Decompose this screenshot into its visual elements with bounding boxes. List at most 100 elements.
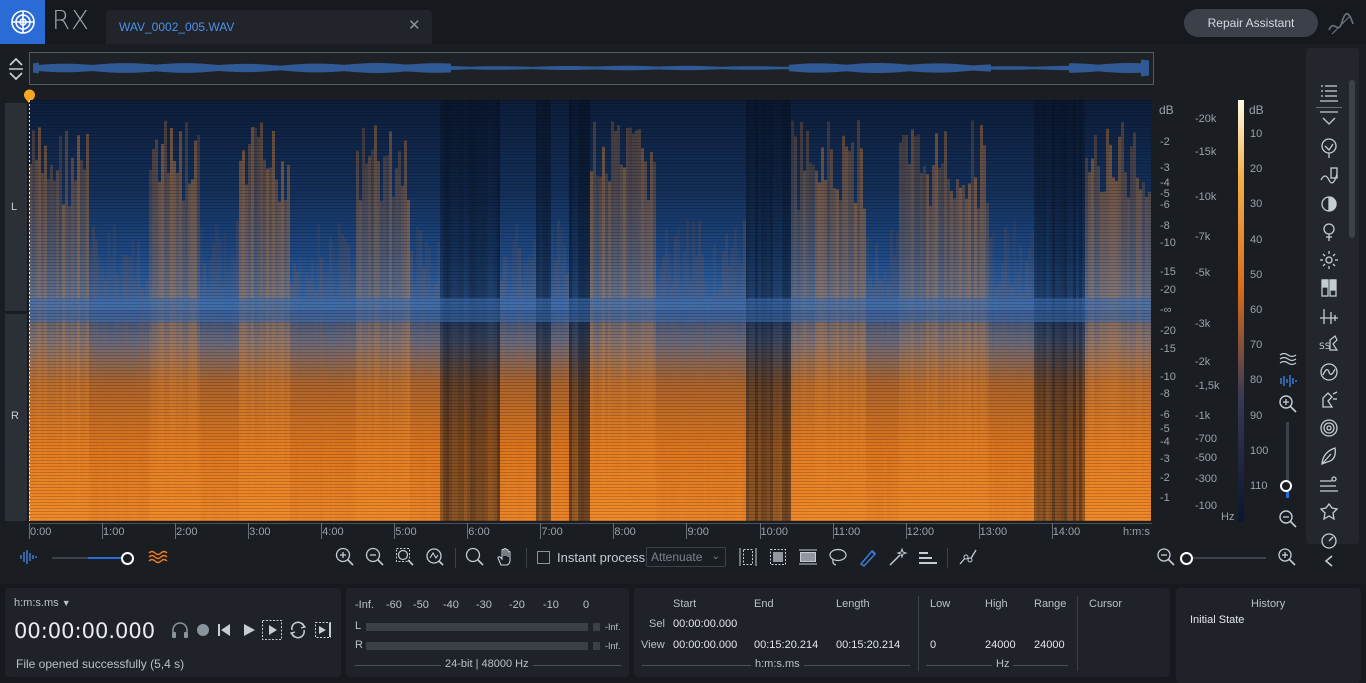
signature-icon[interactable] bbox=[1326, 10, 1356, 38]
color-scale-bar bbox=[1238, 100, 1244, 522]
spectrogram-blend-icon[interactable] bbox=[147, 546, 169, 568]
time-axis[interactable]: 0:00 1:00 2:00 3:00 4:00 5:00 6:00 7:00 8:00 9:00… bbox=[29, 522, 1154, 542]
frequency-zoom-strip[interactable] bbox=[1276, 352, 1300, 532]
chevron-left-icon[interactable] bbox=[1322, 554, 1336, 573]
meter-tick: -Inf. bbox=[355, 599, 374, 611]
izotope-logo-icon[interactable] bbox=[0, 0, 45, 44]
db-tick: -15 bbox=[1160, 343, 1176, 355]
de-clip-icon[interactable] bbox=[1319, 446, 1339, 466]
record-button[interactable] bbox=[196, 623, 210, 642]
zoom-in-icon[interactable] bbox=[334, 546, 356, 568]
overview-waveform bbox=[33, 59, 1149, 77]
horizontal-zoom-out-icon[interactable] bbox=[1155, 546, 1177, 568]
db-tick: -3 bbox=[1160, 162, 1170, 174]
channel-right[interactable]: R bbox=[5, 314, 28, 521]
zoom-in-vertical-icon[interactable] bbox=[1278, 394, 1298, 419]
vertical-zoom-thumb[interactable] bbox=[1280, 480, 1292, 492]
repair-assistant-button[interactable]: Repair Assistant bbox=[1184, 9, 1318, 37]
start-header: Start bbox=[673, 598, 697, 610]
zoom-fit-icon[interactable] bbox=[424, 546, 446, 568]
module-strip-scrollbar[interactable] bbox=[1349, 80, 1355, 238]
hz-tick: -100 bbox=[1195, 500, 1218, 512]
loop-button[interactable] bbox=[288, 620, 308, 645]
history-panel: History Initial State bbox=[1176, 588, 1361, 683]
waveform-view-icon[interactable] bbox=[1279, 374, 1297, 393]
lasso-tool-icon[interactable] bbox=[827, 546, 849, 568]
sel-start-value[interactable]: 00:00:00.000 bbox=[673, 618, 737, 630]
play-button[interactable] bbox=[241, 622, 257, 643]
zoom-out-icon[interactable] bbox=[364, 546, 386, 568]
gain-icon[interactable] bbox=[1319, 362, 1339, 382]
history-item[interactable]: Initial State bbox=[1190, 614, 1244, 626]
overview-collapse-icon[interactable] bbox=[6, 56, 26, 82]
de-hum-icon[interactable] bbox=[1319, 222, 1339, 242]
spectral-repair-icon[interactable] bbox=[1319, 250, 1339, 270]
time-tick: 13:00 bbox=[979, 526, 1008, 538]
harmonic-selection-tool-icon[interactable] bbox=[917, 546, 939, 568]
eq-icon[interactable] bbox=[1319, 278, 1339, 298]
time-tick: 3:00 bbox=[249, 526, 271, 538]
tab-file[interactable]: WAV_0002_005.WAV ✕ bbox=[106, 10, 432, 44]
frequency-selection-tool-icon[interactable] bbox=[797, 546, 819, 568]
close-icon[interactable]: ✕ bbox=[408, 16, 421, 34]
horizontal-zoom-thumb[interactable] bbox=[1180, 552, 1193, 565]
ambience-match-icon[interactable] bbox=[1319, 194, 1339, 214]
frequency-scale[interactable]: -20k -15k -10k -7k -5k -3k -2k -1,5k -1k -700 -500… bbox=[1192, 100, 1240, 528]
skip-back-button[interactable] bbox=[216, 622, 232, 643]
waveform-spectrogram-toggle-icon[interactable] bbox=[18, 546, 40, 568]
spectrogram-blend-thumb[interactable] bbox=[121, 552, 134, 565]
breath-control-icon[interactable] bbox=[1319, 418, 1339, 438]
spectrogram-display[interactable] bbox=[29, 100, 1151, 522]
horizontal-zoom-track[interactable] bbox=[1186, 557, 1266, 559]
time-frequency-selection-tool-icon[interactable] bbox=[767, 546, 789, 568]
time-tick: 6:00 bbox=[468, 526, 490, 538]
color-scale-unit: dB bbox=[1249, 103, 1264, 117]
mouth-declick-icon[interactable] bbox=[1319, 530, 1339, 550]
low-value[interactable]: 0 bbox=[930, 639, 936, 651]
view-start-value[interactable]: 00:00:00.000 bbox=[673, 639, 737, 651]
time-format-select[interactable]: h:m:s.ms ▼ bbox=[14, 597, 71, 609]
db-tick: -4 bbox=[1160, 436, 1170, 448]
length-header: Length bbox=[836, 598, 870, 610]
brush-tool-icon[interactable] bbox=[857, 546, 879, 568]
time-selection-tool-icon[interactable] bbox=[737, 546, 759, 568]
instant-process-checkbox[interactable] bbox=[537, 551, 550, 564]
db-scale[interactable]: dB -2 -3 -4 -5 -6 -8 -10 -15 -20 -∞ -20 -15 -10 -8 -6 -… bbox=[1152, 100, 1192, 521]
gain-envelope-tool-icon[interactable] bbox=[957, 546, 979, 568]
de-bleed-icon[interactable] bbox=[1319, 390, 1339, 410]
view-end-value[interactable]: 00:15:20.214 bbox=[754, 639, 818, 651]
channel-left[interactable]: L bbox=[5, 103, 28, 311]
de-wind-icon[interactable] bbox=[1319, 502, 1339, 522]
de-reverb-icon[interactable] bbox=[1319, 474, 1339, 494]
repair-assistant-module-icon[interactable] bbox=[1319, 166, 1339, 186]
play-selection-button[interactable] bbox=[261, 619, 283, 646]
horizontal-zoom-in-icon[interactable] bbox=[1276, 546, 1298, 568]
hz-tick: -700 bbox=[1195, 433, 1218, 445]
range-value[interactable]: 24000 bbox=[1034, 639, 1065, 651]
time-tick: 12:00 bbox=[906, 526, 935, 538]
instant-process-mode-select[interactable]: Attenuate ⌄ bbox=[646, 547, 726, 567]
collapse-modules-icon[interactable] bbox=[1319, 110, 1339, 130]
magic-wand-tool-icon[interactable] bbox=[887, 546, 909, 568]
headphones-icon[interactable] bbox=[171, 621, 189, 644]
high-value[interactable]: 24000 bbox=[985, 639, 1016, 651]
db-tick: -20 bbox=[1160, 284, 1176, 296]
de-click-icon[interactable] bbox=[1319, 138, 1339, 158]
view-length-value[interactable]: 00:15:20.214 bbox=[836, 639, 900, 651]
spectrogram-view-icon[interactable] bbox=[1279, 352, 1297, 371]
play-to-end-button[interactable] bbox=[314, 620, 334, 645]
meter-left-value: -Inf. bbox=[605, 622, 621, 632]
module-list-icon[interactable] bbox=[1319, 82, 1339, 102]
zoom-selection-icon[interactable] bbox=[394, 546, 416, 568]
de-crackle-icon[interactable]: SS bbox=[1319, 334, 1339, 354]
transport-panel: h:m:s.ms ▼ 00:00:00.000 File opened succ… bbox=[5, 588, 341, 677]
hand-tool-icon[interactable] bbox=[494, 546, 516, 568]
zoom-out-vertical-icon[interactable] bbox=[1278, 509, 1298, 534]
channel-selector[interactable]: L R bbox=[5, 100, 28, 521]
instant-process-mode-value: Attenuate bbox=[651, 550, 703, 564]
waveform-overview[interactable] bbox=[29, 52, 1154, 85]
zoom-tool-icon[interactable] bbox=[464, 546, 486, 568]
dialogue-isolate-icon[interactable] bbox=[1319, 306, 1339, 326]
spectrogram-image bbox=[29, 100, 1151, 522]
meter-tick: -30 bbox=[476, 599, 492, 611]
